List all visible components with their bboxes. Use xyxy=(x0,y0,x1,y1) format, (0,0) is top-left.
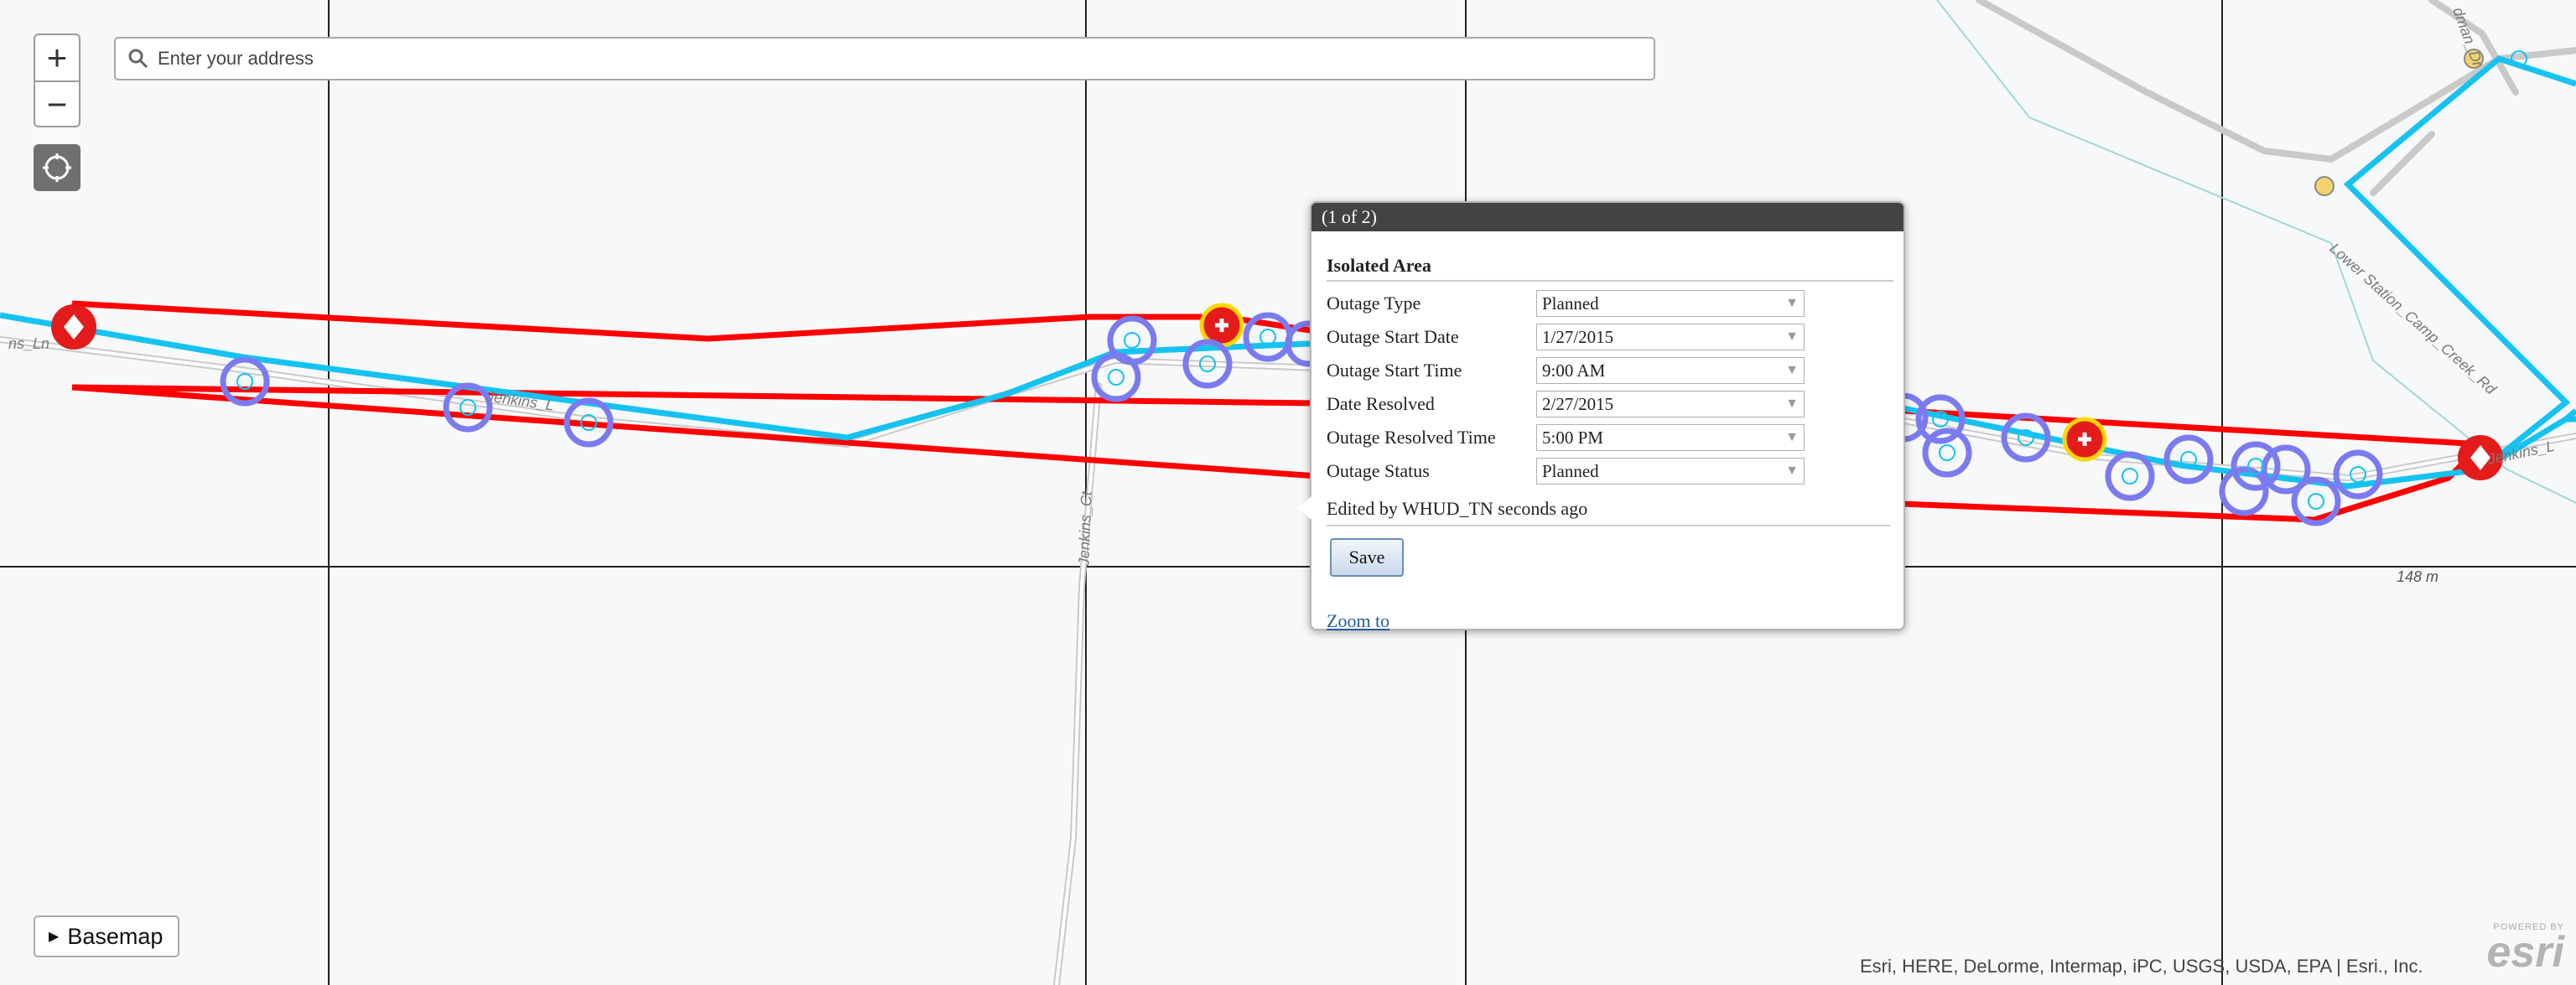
attribute-label: Outage Type xyxy=(1327,293,1421,314)
popup-header: (1 of 2) xyxy=(1311,203,1903,231)
attribute-row-outage-type: Outage Type Planned ▼ xyxy=(1327,287,1893,320)
save-button[interactable]: Save xyxy=(1330,538,1404,577)
search-input[interactable] xyxy=(156,47,1585,70)
attribute-value: 9:00 AM xyxy=(1542,360,1606,381)
attribute-label: Outage Start Time xyxy=(1327,360,1462,381)
road-label: ns_Ln xyxy=(8,335,50,352)
chevron-down-icon: ▼ xyxy=(1785,329,1799,344)
address-search xyxy=(114,37,1655,80)
attribute-row-date-resolved: Date Resolved 2/27/2015 ▼ xyxy=(1327,387,1893,421)
attribute-label: Outage Resolved Time xyxy=(1327,427,1496,448)
zoom-to-link[interactable]: Zoom to xyxy=(1327,610,1893,632)
road-label: Jenkins_Ct xyxy=(1075,490,1095,567)
outage-type-select[interactable]: Planned ▼ xyxy=(1536,290,1805,317)
attribute-row-outage-start-date: Outage Start Date 1/27/2015 ▼ xyxy=(1327,320,1893,354)
map-canvas[interactable] xyxy=(0,0,2576,985)
outage-start-date-select[interactable]: 1/27/2015 ▼ xyxy=(1536,324,1805,350)
chevron-down-icon: ▼ xyxy=(1785,430,1799,444)
chevron-down-icon: ▼ xyxy=(1785,397,1799,411)
attribute-value: Planned xyxy=(1542,293,1599,314)
outage-resolved-time-select[interactable]: 5:00 PM ▼ xyxy=(1536,424,1805,451)
chevron-down-icon: ▼ xyxy=(1785,464,1799,478)
attribute-row-outage-start-time: Outage Start Time 9:00 AM ▼ xyxy=(1327,354,1893,387)
attribute-row-outage-status: Outage Status Planned ▼ xyxy=(1327,454,1893,488)
locate-icon xyxy=(43,153,71,182)
basemap-toggle[interactable]: ▶ Basemap xyxy=(34,915,179,957)
edit-info-text: Edited by WHUD_TN seconds ago xyxy=(1327,498,1890,526)
popup-pointer xyxy=(1298,496,1311,520)
popup-counter: (1 of 2) xyxy=(1322,206,1377,227)
attribute-row-outage-resolved-time: Outage Resolved Time 5:00 PM ▼ xyxy=(1327,421,1893,454)
attribute-label: Date Resolved xyxy=(1327,393,1435,414)
popup-title: Isolated Area xyxy=(1327,238,1893,282)
chevron-down-icon: ▼ xyxy=(1785,363,1799,377)
zoom-in-button[interactable]: + xyxy=(35,35,79,80)
esri-wordmark: esri xyxy=(2486,928,2564,977)
feature-popup: (1 of 2) Isolated Area Outage Type Plann… xyxy=(1298,201,1905,632)
basemap-label: Basemap xyxy=(67,923,164,949)
search-icon xyxy=(128,49,148,69)
scale-bar-label: 148 m xyxy=(2397,568,2439,585)
attribute-value: 5:00 PM xyxy=(1542,427,1603,448)
zoom-out-button[interactable]: − xyxy=(35,80,79,127)
popup-body: Isolated Area Outage Type Planned ▼ Outag… xyxy=(1311,231,1903,632)
caret-right-icon: ▶ xyxy=(49,930,60,944)
esri-logo[interactable]: POWERED BY esri xyxy=(2465,922,2564,977)
attribute-value: 2/27/2015 xyxy=(1542,393,1614,414)
attribute-value: 1/27/2015 xyxy=(1542,326,1614,347)
outage-start-time-select[interactable]: 9:00 AM ▼ xyxy=(1536,357,1805,384)
attribute-label: Outage Start Date xyxy=(1327,326,1459,347)
map-attribution: Esri, HERE, DeLorme, Intermap, iPC, USGS… xyxy=(1860,956,2423,977)
outage-status-select[interactable]: Planned ▼ xyxy=(1536,458,1805,485)
attribute-value: Planned xyxy=(1542,460,1599,481)
chevron-down-icon: ▼ xyxy=(1785,296,1799,310)
date-resolved-select[interactable]: 2/27/2015 ▼ xyxy=(1536,391,1805,417)
attribute-label: Outage Status xyxy=(1327,460,1430,481)
locate-button[interactable] xyxy=(34,144,80,191)
zoom-control: + − xyxy=(34,34,80,127)
